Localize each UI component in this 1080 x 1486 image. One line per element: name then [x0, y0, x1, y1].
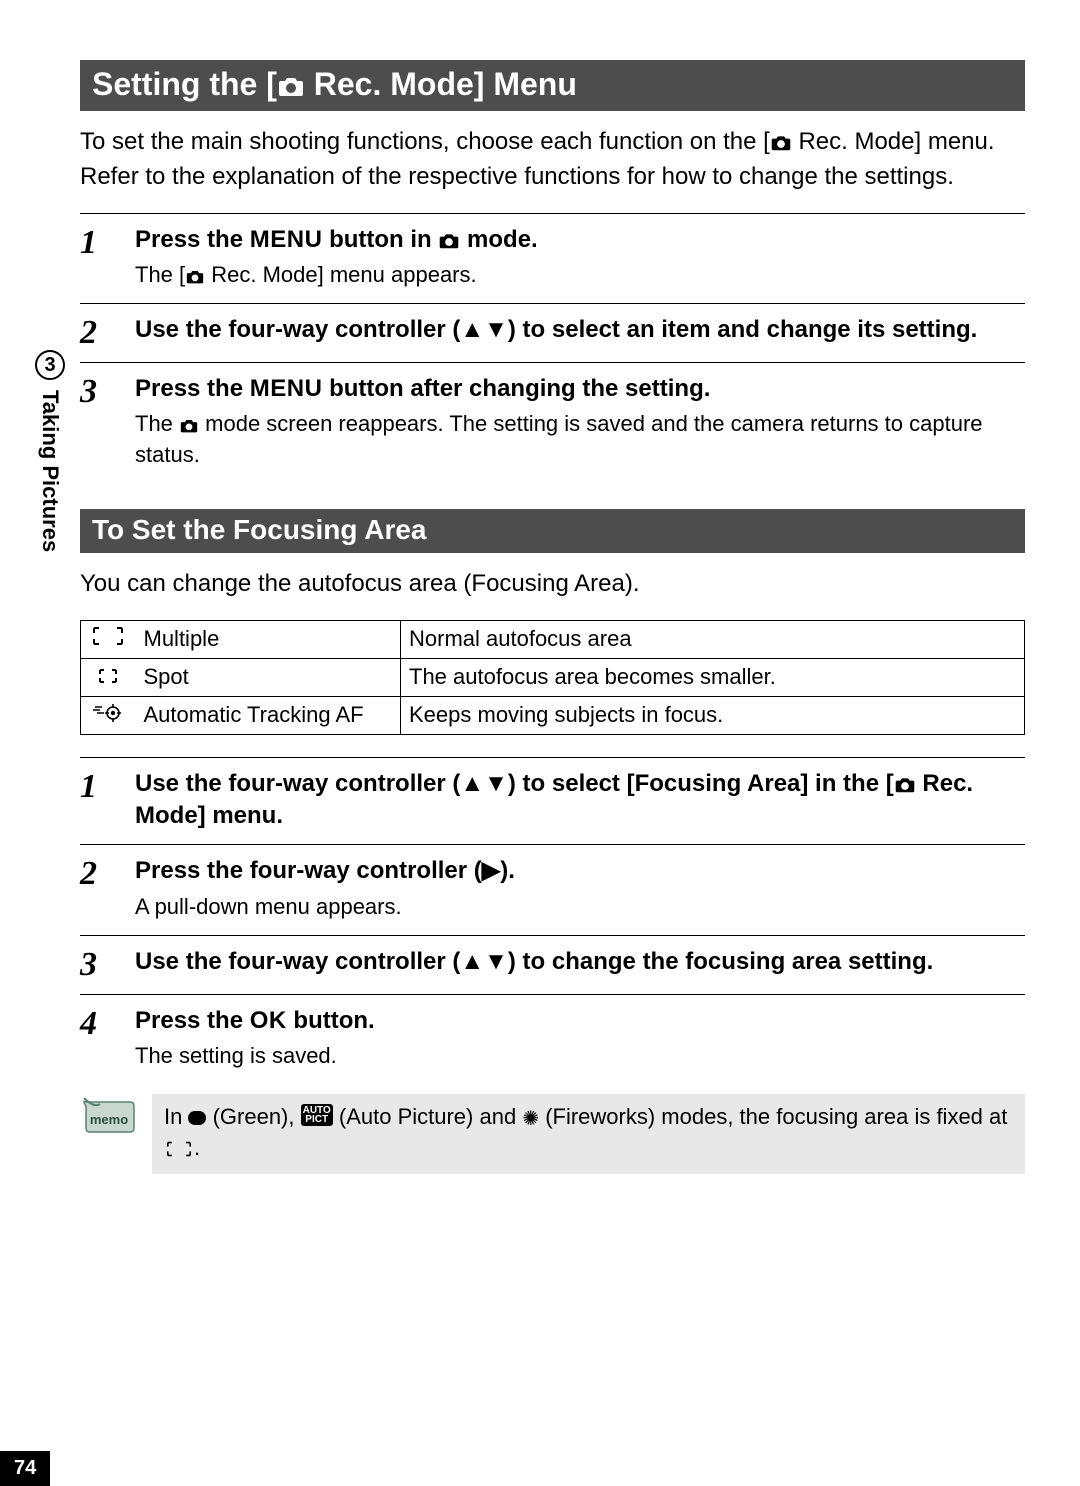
green-mode-icon	[188, 1111, 206, 1125]
multiple-af-icon	[164, 1135, 194, 1160]
step-title: Press the OK button.	[135, 1005, 1025, 1037]
step: 1 Use the four-way controller (▲▼) to se…	[80, 757, 1025, 845]
step: 2 Use the four-way controller (▲▼) to se…	[80, 303, 1025, 362]
camera-icon	[438, 232, 460, 249]
camera-icon	[894, 776, 916, 793]
page-content: Setting the [ Rec. Mode] Menu To set the…	[80, 60, 1025, 1174]
step-title: Press the four-way controller (▶).	[135, 855, 1025, 887]
camera-icon	[185, 269, 205, 284]
camera-icon	[179, 418, 199, 433]
memo-icon: memo	[80, 1094, 138, 1141]
chapter-tab: 3 Taking Pictures	[30, 350, 70, 552]
table-row: Automatic Tracking AF Keeps moving subje…	[81, 696, 1025, 734]
step-desc: The [ Rec. Mode] menu appears.	[135, 260, 1025, 291]
section-intro: You can change the autofocus area (Focus…	[80, 567, 1025, 602]
memo-text: In (Green), AUTOPICT (Auto Picture) and …	[152, 1094, 1025, 1174]
chapter-number: 3	[35, 350, 65, 380]
step-title: Use the four-way controller (▲▼) to sele…	[135, 768, 1025, 833]
auto-picture-icon: AUTOPICT	[301, 1104, 333, 1126]
step-desc: The setting is saved.	[135, 1041, 1025, 1072]
camera-icon	[277, 75, 305, 97]
section-heading-rec-mode: Setting the [ Rec. Mode] Menu	[80, 60, 1025, 111]
step: 3 Press the MENU button after changing t…	[80, 362, 1025, 483]
table-row: Multiple Normal autofocus area	[81, 620, 1025, 658]
step-title: Use the four-way controller (▲▼) to sele…	[135, 314, 1025, 346]
section-intro: To set the main shooting functions, choo…	[80, 125, 1025, 195]
step-desc: The mode screen reappears. The setting i…	[135, 409, 1025, 471]
fireworks-icon: ✺	[522, 1108, 539, 1130]
multiple-af-icon	[81, 620, 136, 658]
tracking-af-icon	[81, 696, 136, 734]
step-title: Use the four-way controller (▲▼) to chan…	[135, 946, 1025, 978]
step-title: Press the MENU button in mode.	[135, 224, 1025, 256]
step: 3 Use the four-way controller (▲▼) to ch…	[80, 935, 1025, 994]
step-desc: A pull-down menu appears.	[135, 892, 1025, 923]
step: 1 Press the MENU button in mode. The [ R…	[80, 213, 1025, 303]
step: 2 Press the four-way controller (▶). A p…	[80, 844, 1025, 934]
memo-note: memo In (Green), AUTOPICT (Auto Picture)…	[80, 1094, 1025, 1174]
focusing-area-table: Multiple Normal autofocus area Spot The …	[80, 620, 1025, 735]
chapter-label: Taking Pictures	[37, 390, 63, 552]
camera-icon	[770, 134, 792, 151]
spot-af-icon	[81, 658, 136, 696]
step: 4 Press the OK button. The setting is sa…	[80, 994, 1025, 1084]
table-row: Spot The autofocus area becomes smaller.	[81, 658, 1025, 696]
page-number: 74	[0, 1451, 50, 1486]
step-title: Press the MENU button after changing the…	[135, 373, 1025, 405]
section-heading-focusing-area: To Set the Focusing Area	[80, 509, 1025, 553]
svg-text:memo: memo	[90, 1112, 128, 1127]
